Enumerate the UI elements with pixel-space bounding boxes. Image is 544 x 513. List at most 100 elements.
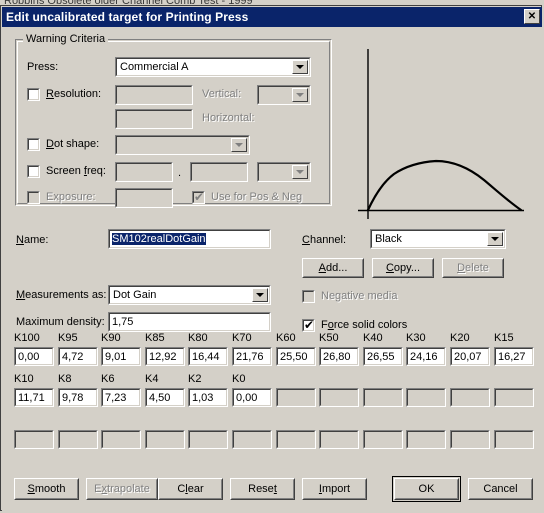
k-input-k2[interactable]: 1,03 [188,388,228,407]
exposure-input[interactable] [115,188,173,208]
dot-shape-combo[interactable] [115,135,250,155]
k-label-k6: K6 [101,373,115,385]
k-input-k10[interactable]: 11,71 [14,388,54,407]
screen-freq-input-1[interactable] [115,162,173,182]
dot-gain-curve-graph [344,37,542,223]
k-input-empty-r3-c2[interactable] [58,430,98,449]
channel-combo[interactable]: Black [370,229,506,249]
k-input-k8[interactable]: 9,78 [58,388,98,407]
k-label-k50: K50 [319,332,339,344]
k-input-empty-r3-c3[interactable] [101,430,141,449]
k-label-k90: K90 [101,332,121,344]
import-button[interactable]: Import [302,478,367,500]
k-input-empty-r3-c7[interactable] [276,430,316,449]
k-input-k80[interactable]: 16,44 [188,347,228,366]
k-input-empty-r2-c10[interactable] [406,388,446,407]
k-input-empty-r3-c12[interactable] [494,430,534,449]
k-label-k4: K4 [145,373,159,385]
name-input-value: SM102realDotGain [112,233,206,245]
k-input-empty-r2-c12[interactable] [494,388,534,407]
measurements-as-value: Dot Gain [113,289,157,301]
k-input-k4[interactable]: 4,50 [145,388,185,407]
dot-shape-label: Dot shape: [46,138,100,150]
force-solid-colors-checkbox[interactable]: ✔ [302,319,315,332]
k-input-empty-r3-c9[interactable] [363,430,403,449]
dot-shape-checkbox[interactable] [27,138,40,151]
k-input-value: 25,50 [280,350,308,363]
vertical-combo[interactable] [257,85,311,105]
name-input[interactable]: SM102realDotGain [108,229,271,249]
k-input-k60[interactable]: 25,50 [276,347,316,366]
chevron-down-icon[interactable] [292,60,308,74]
maximum-density-input[interactable]: 1,75 [108,312,271,332]
horizontal-label: Horizontal: [202,112,255,124]
ok-button[interactable]: OK [392,476,461,502]
k-input-empty-r3-c5[interactable] [188,430,228,449]
horizontal-input[interactable] [115,109,193,129]
k-input-k85[interactable]: 12,92 [145,347,185,366]
resolution-input[interactable] [115,85,193,105]
exposure-label: Exposure: [46,191,96,203]
chevron-down-icon[interactable] [292,88,308,102]
k-label-k100: K100 [14,332,40,344]
channel-combo-value: Black [375,233,402,245]
close-icon[interactable]: ✕ [524,9,540,24]
use-pos-neg-checkbox[interactable]: ✔ [192,191,205,204]
press-combo[interactable]: Commercial A [115,57,311,77]
k-input-k6[interactable]: 7,23 [101,388,141,407]
press-label: Press: [27,61,59,73]
resolution-checkbox[interactable] [27,88,40,101]
k-input-empty-r3-c1[interactable] [14,430,54,449]
k-input-k100[interactable]: 0,00 [14,347,54,366]
copy-channel-button[interactable]: Copy... [372,258,434,278]
k-label-k95: K95 [58,332,78,344]
k-input-empty-r2-c7[interactable] [276,388,316,407]
negative-media-checkbox[interactable] [302,290,315,303]
k-input-empty-r3-c10[interactable] [406,430,446,449]
extrapolate-button[interactable]: Extrapolate [86,478,158,500]
k-input-empty-r2-c8[interactable] [319,388,359,407]
reset-button[interactable]: Reset [230,478,295,500]
press-combo-value: Commercial A [120,61,189,73]
k-label-k20: K20 [450,332,470,344]
k-label-k15: K15 [494,332,514,344]
resolution-label: Resolution: [46,88,102,100]
k-label-k10: K10 [14,373,34,385]
k-input-value: 26,55 [367,350,395,363]
cancel-button[interactable]: Cancel [468,478,533,500]
k-input-value: 0,00 [236,391,258,404]
screenshot-root: Robbins Obsolete older Channel Comb Test… [0,0,544,513]
k-input-empty-r2-c9[interactable] [363,388,403,407]
k-input-k15[interactable]: 16,27 [494,347,534,366]
k-input-empty-r3-c4[interactable] [145,430,185,449]
chevron-down-icon[interactable] [487,232,503,246]
screen-freq-input-2[interactable] [190,162,248,182]
k-input-empty-r3-c6[interactable] [232,430,272,449]
chevron-down-icon[interactable] [252,288,268,302]
dot-gain-curve-svg [358,49,524,219]
k-input-k20[interactable]: 20,07 [450,347,490,366]
k-input-k40[interactable]: 26,55 [363,347,403,366]
k-input-k90[interactable]: 9,01 [101,347,141,366]
k-input-k0[interactable]: 0,00 [232,388,272,407]
k-input-value: 12,92 [149,350,177,363]
exposure-checkbox[interactable] [27,191,40,204]
k-input-empty-r3-c8[interactable] [319,430,359,449]
resolution-label-text: esolution: [53,88,102,100]
smooth-button[interactable]: Smooth [14,478,79,500]
k-input-k70[interactable]: 21,76 [232,347,272,366]
screen-freq-unit-combo[interactable] [257,162,311,182]
k-input-k30[interactable]: 24,16 [406,347,446,366]
k-input-k95[interactable]: 4,72 [58,347,98,366]
delete-channel-button[interactable]: Delete [442,258,504,278]
measurements-as-combo[interactable]: Dot Gain [108,285,271,305]
screen-freq-checkbox[interactable] [27,165,40,178]
add-channel-button[interactable]: Add... [302,258,364,278]
k-input-empty-r3-c11[interactable] [450,430,490,449]
k-input-value: 1,03 [192,391,214,404]
chevron-down-icon[interactable] [231,138,247,152]
clear-button[interactable]: Clear [158,478,223,500]
k-input-empty-r2-c11[interactable] [450,388,490,407]
chevron-down-icon[interactable] [292,165,308,179]
k-input-k50[interactable]: 26,80 [319,347,359,366]
